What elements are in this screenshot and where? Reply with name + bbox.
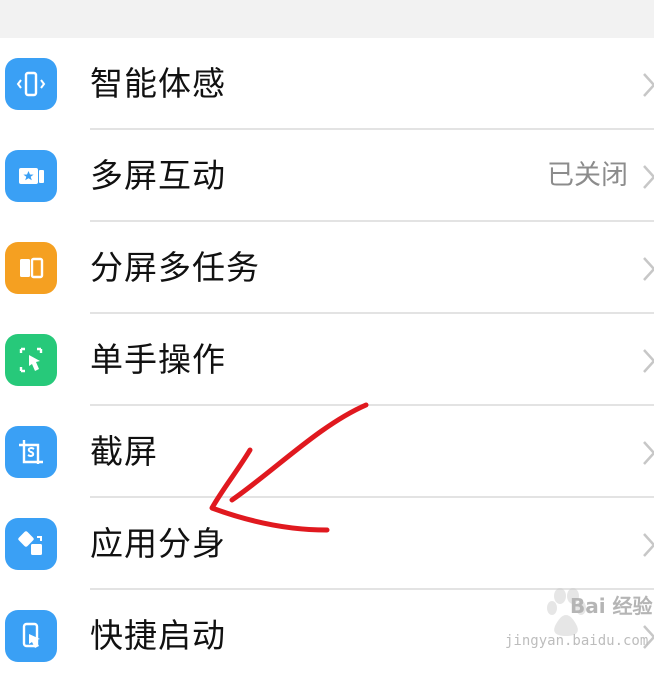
- chevron-right-icon: [643, 349, 654, 373]
- settings-item-app-clone[interactable]: 应用分身: [0, 498, 654, 590]
- settings-item-one-hand[interactable]: 单手操作: [0, 314, 654, 406]
- chevron-right-icon: [643, 441, 654, 465]
- settings-item-label: 分屏多任务: [90, 248, 260, 287]
- app-clone-icon: [5, 518, 57, 570]
- settings-item-label: 多屏互动: [90, 156, 226, 195]
- settings-item-screenshot[interactable]: 截屏: [0, 406, 654, 498]
- top-bar: [0, 0, 654, 38]
- watermark-brand: Bai 经验: [570, 594, 653, 618]
- phone-motion-icon: [5, 58, 57, 110]
- screenshot-icon: [5, 426, 57, 478]
- settings-item-multi-screen[interactable]: 多屏互动 已关闭: [0, 130, 654, 222]
- one-hand-icon: [5, 334, 57, 386]
- settings-item-label: 截屏: [90, 432, 158, 471]
- chevron-right-icon: [643, 165, 654, 189]
- chevron-right-icon: [643, 73, 654, 97]
- split-screen-icon: [5, 242, 57, 294]
- settings-item-split-screen[interactable]: 分屏多任务: [0, 222, 654, 314]
- settings-item-label: 应用分身: [90, 524, 226, 563]
- watermark-url: jingyan.baidu.com: [505, 633, 649, 649]
- chevron-right-icon: [643, 533, 654, 557]
- status-value: 已关闭: [547, 160, 628, 191]
- settings-item-smart-motion[interactable]: 智能体感: [0, 38, 654, 130]
- settings-item-label: 快捷启动: [90, 616, 226, 655]
- settings-item-label: 智能体感: [90, 64, 226, 103]
- quick-launch-icon: [5, 610, 57, 662]
- settings-item-label: 单手操作: [90, 340, 226, 379]
- multi-screen-icon: [5, 150, 57, 202]
- chevron-right-icon: [643, 257, 654, 281]
